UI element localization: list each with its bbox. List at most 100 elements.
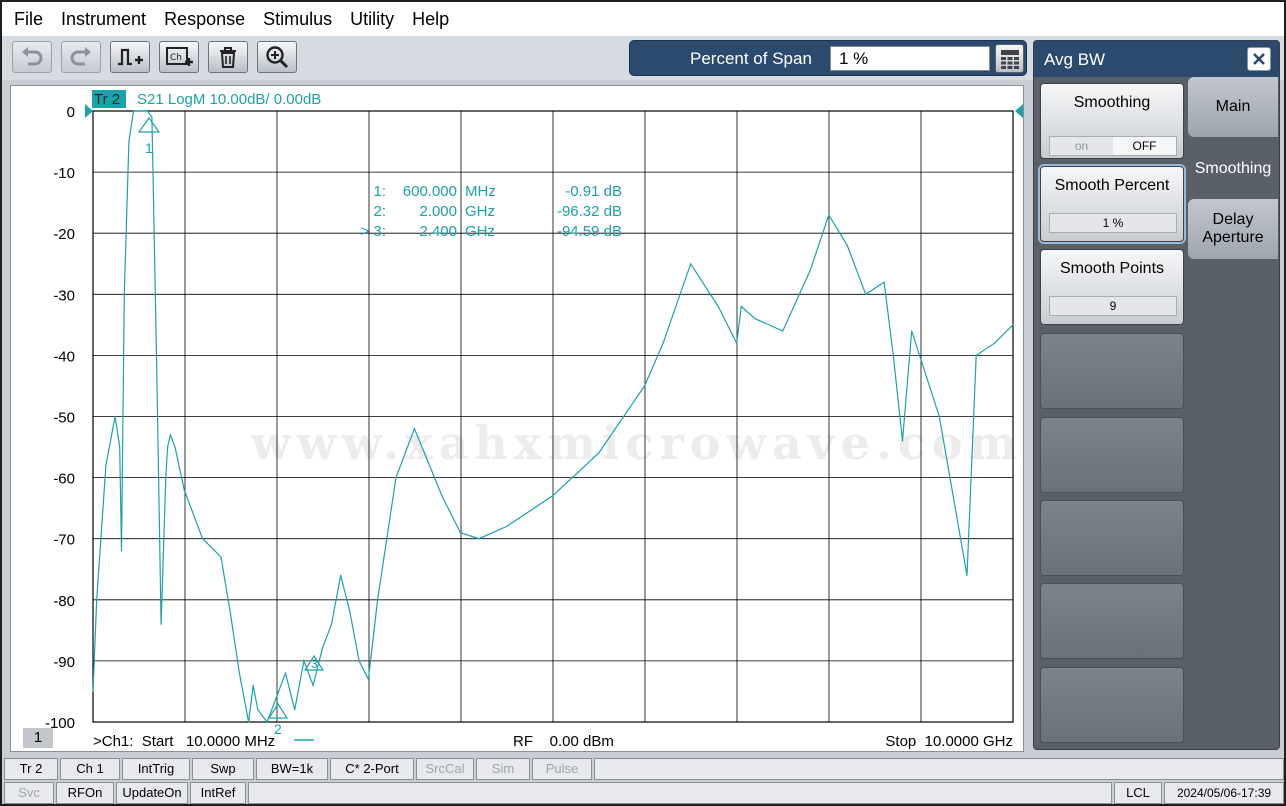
marker-1-freq: 600.000	[403, 183, 457, 200]
trace-point	[994, 342, 996, 344]
status-bandwidth[interactable]: BW=1k	[256, 758, 328, 780]
add-trace-button[interactable]: Ch	[159, 41, 199, 73]
entry-bar: Percent of Span 1 %	[629, 40, 1027, 76]
status-bar-top: Tr 2 Ch 1 IntTrig Swp BW=1k C* 2-Port Sr…	[4, 758, 1284, 780]
status-rf-on[interactable]: RFOn	[56, 782, 114, 804]
smoothing-toggle[interactable]: on OFF	[1049, 136, 1177, 156]
status-calibration[interactable]: C* 2-Port	[330, 758, 414, 780]
trace-point	[598, 452, 600, 454]
rf-power[interactable]: RF 0.00 dBm	[513, 733, 614, 750]
keypad-icon	[1000, 49, 1019, 69]
trace-point	[846, 244, 848, 246]
trace-point	[358, 660, 360, 662]
y-tick-label: -90	[53, 654, 75, 671]
measurement-plot[interactable]: www.xahxmicrowave.com 0 -10 -20 -30 -40 -50 -6…	[10, 85, 1024, 752]
menu-file[interactable]: File	[5, 2, 52, 36]
status-blank-top	[594, 758, 1284, 780]
trace-point	[92, 690, 94, 693]
smooth-percent-softkey[interactable]: Smooth Percent 1 %	[1040, 166, 1184, 242]
tab-delay-aperture[interactable]: Delay Aperture	[1188, 199, 1278, 259]
status-svc[interactable]: Svc	[4, 782, 54, 804]
close-icon	[1253, 53, 1265, 65]
add-marker-button[interactable]	[110, 41, 150, 73]
trace-point	[740, 305, 742, 308]
y-tick-label: -40	[53, 348, 75, 365]
stop-frequency[interactable]: Stop 10.0000 GHz	[885, 733, 1013, 750]
trace-point	[155, 354, 158, 356]
marker-add-icon	[118, 48, 143, 66]
zoom-icon	[266, 46, 289, 69]
status-lcl[interactable]: LCL	[1114, 782, 1162, 804]
trace-point	[252, 684, 254, 686]
trace-point	[160, 623, 162, 625]
tab-smoothing[interactable]: Smoothing	[1188, 139, 1278, 199]
trace-point	[312, 684, 314, 686]
empty-softkey-5[interactable]	[1040, 667, 1184, 743]
empty-softkey-2[interactable]	[1040, 417, 1184, 493]
trace-point	[754, 318, 756, 320]
status-pulse[interactable]: Pulse	[532, 758, 592, 780]
status-channel[interactable]: Ch 1	[60, 758, 120, 780]
trace-point	[114, 415, 116, 418]
channel-badge[interactable]: 1	[23, 728, 53, 748]
smooth-points-value[interactable]: 9	[1049, 296, 1177, 316]
trace-point	[174, 446, 176, 448]
start-frequency[interactable]: >Ch1: Start 10.0000 MHz	[93, 733, 275, 750]
empty-softkey-3[interactable]	[1040, 500, 1184, 576]
status-trace[interactable]: Tr 2	[4, 758, 58, 780]
menu-response[interactable]: Response	[155, 2, 254, 36]
smoothing-label: Smoothing	[1073, 94, 1151, 111]
trace-point	[883, 281, 885, 283]
percent-of-span-input[interactable]: 1 %	[830, 46, 990, 71]
undo-button[interactable]	[12, 41, 52, 73]
status-sweep[interactable]: Swp	[192, 758, 254, 780]
marker-1-triangle-icon[interactable]	[137, 116, 161, 133]
menu-bar: File Instrument Response Stimulus Utilit…	[2, 2, 1284, 36]
trace-point	[809, 269, 812, 271]
trace-point	[120, 550, 123, 552]
smoothing-on-option[interactable]: on	[1050, 137, 1113, 155]
close-panel-button[interactable]	[1247, 47, 1271, 71]
trace-point	[938, 415, 940, 418]
redo-button[interactable]	[61, 41, 101, 73]
smoothing-off-option[interactable]: OFF	[1113, 137, 1176, 155]
marker-2-label: 2	[274, 721, 282, 737]
marker-1-unit: MHz	[465, 183, 496, 200]
trace-point	[238, 672, 240, 674]
trace-point	[828, 214, 830, 216]
trace-point	[901, 440, 904, 442]
tab-main[interactable]: Main	[1188, 77, 1278, 137]
zoom-button[interactable]	[257, 41, 297, 73]
status-intref[interactable]: IntRef	[190, 782, 246, 804]
trace-point	[330, 623, 333, 625]
marker-readout: 1: 600.000 MHz -0.91 dB 2: 2.000 GHz -96…	[361, 183, 622, 240]
undo-icon	[22, 47, 43, 66]
menu-help[interactable]: Help	[403, 2, 458, 36]
trace-point	[248, 721, 250, 723]
trace-point	[782, 330, 784, 332]
empty-softkey-1[interactable]	[1040, 333, 1184, 409]
marker-3-unit: GHz	[465, 223, 495, 240]
keypad-button[interactable]	[995, 44, 1024, 73]
trace-point	[413, 428, 415, 430]
menu-instrument[interactable]: Instrument	[52, 2, 155, 36]
menu-utility[interactable]: Utility	[341, 2, 403, 36]
empty-softkey-4[interactable]	[1040, 583, 1184, 659]
status-srccal[interactable]: SrcCal	[416, 758, 474, 780]
trace-tag[interactable]: Tr 2	[94, 91, 120, 108]
smooth-points-softkey[interactable]: Smooth Points 9	[1040, 249, 1184, 325]
menu-stimulus[interactable]: Stimulus	[254, 2, 341, 36]
status-update-on[interactable]: UpdateOn	[116, 782, 188, 804]
status-sim[interactable]: Sim	[476, 758, 530, 780]
trace-point	[146, 110, 148, 112]
trace-point	[717, 305, 719, 308]
trace-point	[1012, 324, 1014, 326]
smooth-percent-value[interactable]: 1 %	[1049, 213, 1177, 233]
smoothing-softkey[interactable]: Smoothing on OFF	[1040, 83, 1184, 159]
trace-point	[662, 342, 664, 344]
y-axis-ticks: 0-10-20-30-40-50-60-70-80-90-100	[45, 104, 75, 732]
status-trigger[interactable]: IntTrig	[122, 758, 190, 780]
trace-point	[349, 611, 351, 613]
delete-button[interactable]	[208, 41, 248, 73]
softkey-panel-title: Avg BW	[1044, 50, 1106, 69]
